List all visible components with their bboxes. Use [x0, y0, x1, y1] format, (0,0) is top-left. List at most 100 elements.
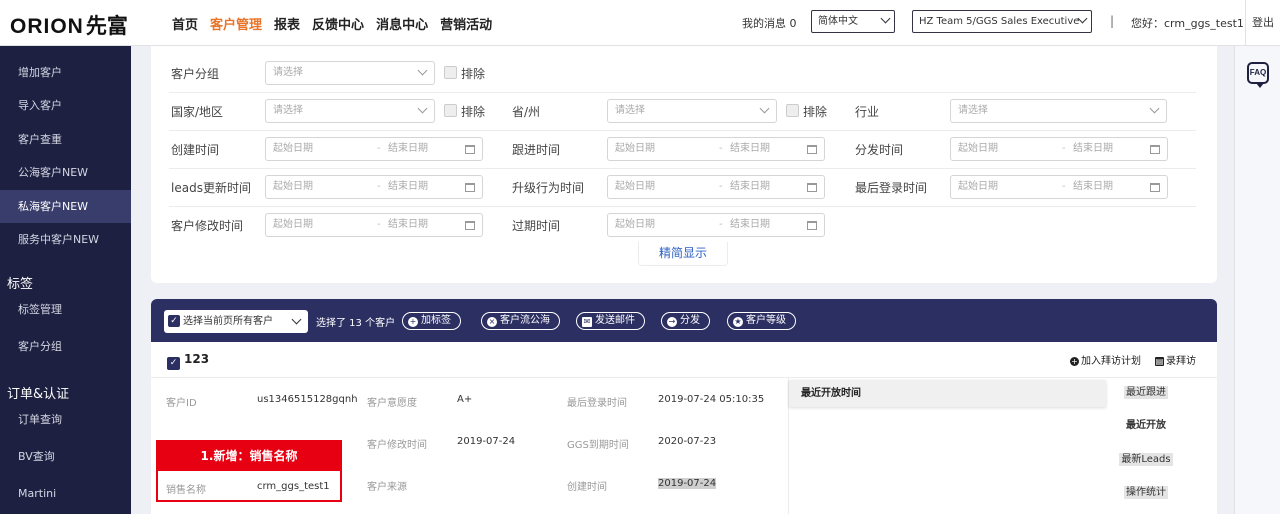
- date-dash: -: [1062, 143, 1066, 154]
- ggs-expire-value: 2020-07-23: [658, 436, 717, 447]
- field-label: GGS到期时间: [567, 440, 629, 451]
- leads-update-time-range[interactable]: 起始日期 - 结束日期: [265, 175, 483, 199]
- sidebar-item-public-customers[interactable]: 公海客户NEW: [0, 156, 131, 189]
- field-label: 客户意愿度: [367, 398, 417, 409]
- distribute-button[interactable]: → 分发: [661, 312, 710, 330]
- send-email-button[interactable]: ✉ 发送邮件: [576, 312, 645, 330]
- recent-open-time-header: 最近开放时间: [789, 380, 1106, 407]
- checked-checkbox-icon: ✓: [168, 315, 180, 327]
- sidebar-item-add-customer[interactable]: 增加客户: [0, 56, 131, 89]
- industry-select[interactable]: 请选择: [950, 99, 1167, 123]
- filter-label: 客户分组: [171, 67, 220, 81]
- exclude-label: 排除: [461, 105, 486, 119]
- distribute-time-range[interactable]: 起始日期 - 结束日期: [950, 137, 1168, 161]
- end-date-placeholder: 结束日期: [730, 219, 770, 230]
- modify-time-range[interactable]: 起始日期 - 结束日期: [265, 213, 483, 237]
- expire-time-range[interactable]: 起始日期 - 结束日期: [607, 213, 825, 237]
- sidebar-item-tag-management[interactable]: 标签管理: [0, 293, 131, 326]
- sales-name-label: 销售名称: [166, 485, 206, 496]
- field-label: 客户修改时间: [367, 440, 427, 451]
- faq-icon[interactable]: FAQ: [1247, 62, 1269, 88]
- nav-feedback[interactable]: 反馈中心: [312, 14, 364, 33]
- logout-button[interactable]: 登出: [1245, 0, 1280, 46]
- nav-customer-management[interactable]: 客户管理: [210, 14, 262, 33]
- select-placeholder: 请选择: [615, 105, 645, 116]
- customer-level-label: 客户等级: [746, 315, 786, 326]
- my-messages-link[interactable]: 我的消息 0: [742, 15, 797, 31]
- date-dash: -: [377, 219, 381, 230]
- followup-time-range[interactable]: 起始日期 - 结束日期: [607, 137, 825, 161]
- chevron-down-icon: [1149, 103, 1160, 114]
- chevron-down-icon: [759, 103, 770, 114]
- selected-count: 选择了 13 个客户: [316, 318, 396, 329]
- end-date-placeholder: 结束日期: [730, 143, 770, 154]
- nav-home[interactable]: 首页: [172, 14, 198, 33]
- modify-value: 2019-07-24: [457, 436, 516, 447]
- field-label: 创建时间: [567, 482, 607, 493]
- sidebar-item-bv-query[interactable]: BV查询: [0, 440, 131, 473]
- brand-name-cn: 先富: [85, 15, 128, 38]
- customer-group-select[interactable]: 请选择: [265, 61, 435, 85]
- start-date-placeholder: 起始日期: [273, 219, 313, 230]
- checked-checkbox-icon: ✓: [167, 357, 180, 370]
- tab-latest-leads[interactable]: 最新Leads: [1106, 446, 1186, 474]
- record-group[interactable]: ✓ 123: [167, 352, 209, 370]
- sidebar-item-order-query[interactable]: 订单查询: [0, 403, 131, 436]
- country-select[interactable]: 请选择: [265, 99, 435, 123]
- sidebar-item-in-service-customers[interactable]: 服务中客户NEW: [0, 223, 131, 256]
- filter-label: 升级行为时间: [512, 181, 585, 195]
- upgrade-action-time-range[interactable]: 起始日期 - 结束日期: [607, 175, 825, 199]
- right-rail: FAQ: [1234, 46, 1280, 514]
- exclude-checkbox[interactable]: [444, 66, 457, 79]
- sidebar-item-customer-groups[interactable]: 客户分组: [0, 330, 131, 363]
- sidebar-item-duplicate-check[interactable]: 客户查重: [0, 123, 131, 156]
- filter-label: 创建时间: [171, 143, 220, 157]
- brand-logo[interactable]: ORION先富: [10, 10, 128, 40]
- select-all-dropdown[interactable]: ✓ 选择当前页所有客户: [164, 310, 308, 333]
- created-value: 2019-07-24: [658, 478, 717, 489]
- end-date-placeholder: 结束日期: [730, 181, 770, 192]
- select-placeholder: 请选择: [273, 67, 303, 78]
- nav-messages[interactable]: 消息中心: [376, 14, 428, 33]
- move-to-public-button[interactable]: × 客户流公海: [481, 312, 560, 330]
- date-dash: -: [1062, 181, 1066, 192]
- filter-label: 过期时间: [512, 219, 561, 233]
- sidebar-item-private-customers[interactable]: 私海客户NEW: [0, 190, 131, 223]
- filter-label: 国家/地区: [171, 105, 224, 119]
- language-select[interactable]: 简体中文: [811, 10, 895, 33]
- filter-label: 客户修改时间: [171, 219, 244, 233]
- team-value: HZ Team 5/GGS Sales Executive: [919, 16, 1080, 27]
- nav-reports[interactable]: 报表: [274, 14, 300, 33]
- filter-row: leads更新时间 起始日期 - 结束日期 升级行为时间 起始日期 - 结束日期 最后登…: [169, 169, 1196, 207]
- tab-recent-followup[interactable]: 最近跟进: [1106, 379, 1186, 407]
- add-visit-plan-link[interactable]: + 加入拜访计划: [1070, 352, 1141, 367]
- date-dash: -: [719, 181, 723, 192]
- intent-value: A+: [457, 394, 473, 405]
- calendar-icon: [807, 145, 817, 154]
- province-select[interactable]: 请选择: [607, 99, 777, 123]
- nav-marketing[interactable]: 营销活动: [440, 14, 492, 33]
- mail-icon: ✉: [582, 317, 592, 327]
- tab-recent-open[interactable]: 最近开放: [1106, 412, 1186, 440]
- add-tag-label: 加标签: [421, 315, 451, 326]
- record-visit-link[interactable]: ▤ 录拜访: [1155, 352, 1196, 367]
- collapse-filters-button[interactable]: 精简显示: [638, 242, 728, 266]
- sidebar-item-import-customer[interactable]: 导入客户: [0, 89, 131, 122]
- exclude-checkbox[interactable]: [786, 104, 799, 117]
- add-tag-button[interactable]: + 加标签: [402, 312, 461, 330]
- created-time-range[interactable]: 起始日期 - 结束日期: [265, 137, 483, 161]
- plus-icon: +: [408, 317, 418, 327]
- sidebar-item-martini[interactable]: Martini: [0, 477, 131, 510]
- language-value: 简体中文: [818, 16, 858, 27]
- chevron-down-icon: [417, 65, 428, 76]
- chevron-down-icon: [291, 314, 302, 325]
- last-login-time-range[interactable]: 起始日期 - 结束日期: [950, 175, 1168, 199]
- end-date-placeholder: 结束日期: [388, 219, 428, 230]
- calendar-icon: [465, 145, 475, 154]
- team-select[interactable]: HZ Team 5/GGS Sales Executive: [912, 10, 1092, 33]
- customer-level-button[interactable]: ★ 客户等级: [727, 312, 796, 330]
- send-email-label: 发送邮件: [595, 315, 635, 326]
- exclude-checkbox[interactable]: [444, 104, 457, 117]
- tab-operation-stats[interactable]: 操作统计: [1106, 479, 1186, 507]
- filter-panel: 客户分组 请选择 排除 国家/地区 请选择 排除 省/州 请选择 排除 行业 请…: [151, 46, 1217, 283]
